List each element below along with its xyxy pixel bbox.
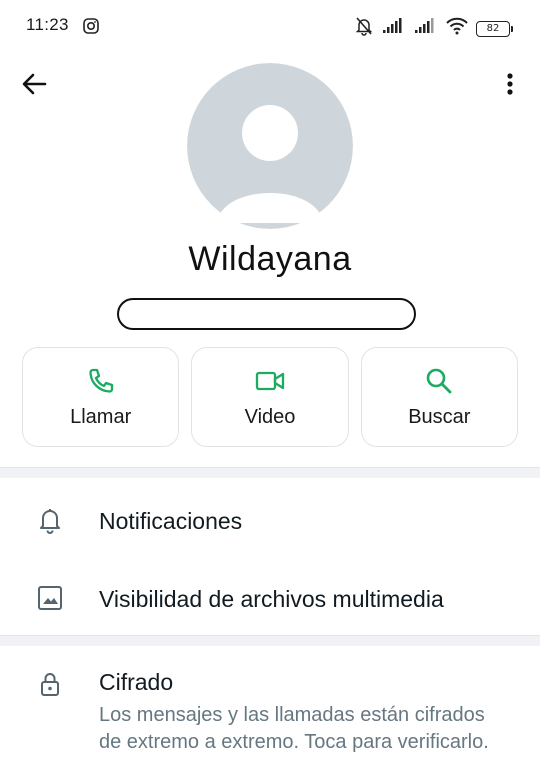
encryption-description: Los mensajes y las llamadas están cifrad… [99, 704, 489, 753]
encryption-title: Cifrado [99, 669, 174, 695]
call-label: Llamar [70, 406, 132, 428]
instagram-icon [83, 18, 99, 39]
notifications-label: Notificaciones [99, 508, 243, 534]
video-label: Video [244, 406, 296, 428]
encryption-row[interactable]: Cifrado Los mensajes y las llamadas está… [0, 660, 540, 780]
action-buttons: Llamar Video Buscar [22, 347, 518, 447]
media-visibility-row[interactable]: Visibilidad de archivos multimedia [0, 568, 540, 630]
more-vert-icon [506, 72, 514, 101]
search-label: Buscar [408, 406, 471, 428]
search-button[interactable]: Buscar [360, 347, 518, 447]
video-button[interactable]: Video [191, 347, 349, 447]
bell-icon [36, 506, 64, 534]
arrow-left-icon [21, 71, 47, 102]
image-icon [36, 584, 64, 612]
signal-icon [382, 18, 406, 39]
signal-icon [414, 18, 438, 39]
media-visibility-label: Visibilidad de archivos multimedia [99, 586, 444, 612]
status-bar: 11:23 82 [0, 0, 540, 52]
bell-off-icon [354, 16, 374, 41]
back-button[interactable] [18, 70, 50, 102]
notifications-row[interactable]: Notificaciones [0, 490, 540, 552]
section-divider [0, 635, 540, 646]
lock-icon [36, 670, 64, 698]
call-button[interactable]: Llamar [22, 347, 180, 447]
more-options-button[interactable] [494, 70, 526, 102]
redacted-phone-number [117, 298, 416, 330]
battery-level: 82 [486, 23, 500, 34]
wifi-icon [446, 17, 468, 40]
video-icon [254, 366, 286, 396]
avatar[interactable] [187, 63, 353, 229]
contact-name: Wildayana [188, 240, 352, 278]
section-divider [0, 467, 540, 478]
battery-icon: 82 [476, 20, 513, 37]
status-time: 11:23 [26, 15, 69, 34]
phone-icon [86, 366, 116, 396]
default-avatar-icon [187, 63, 353, 229]
search-icon [424, 366, 454, 396]
